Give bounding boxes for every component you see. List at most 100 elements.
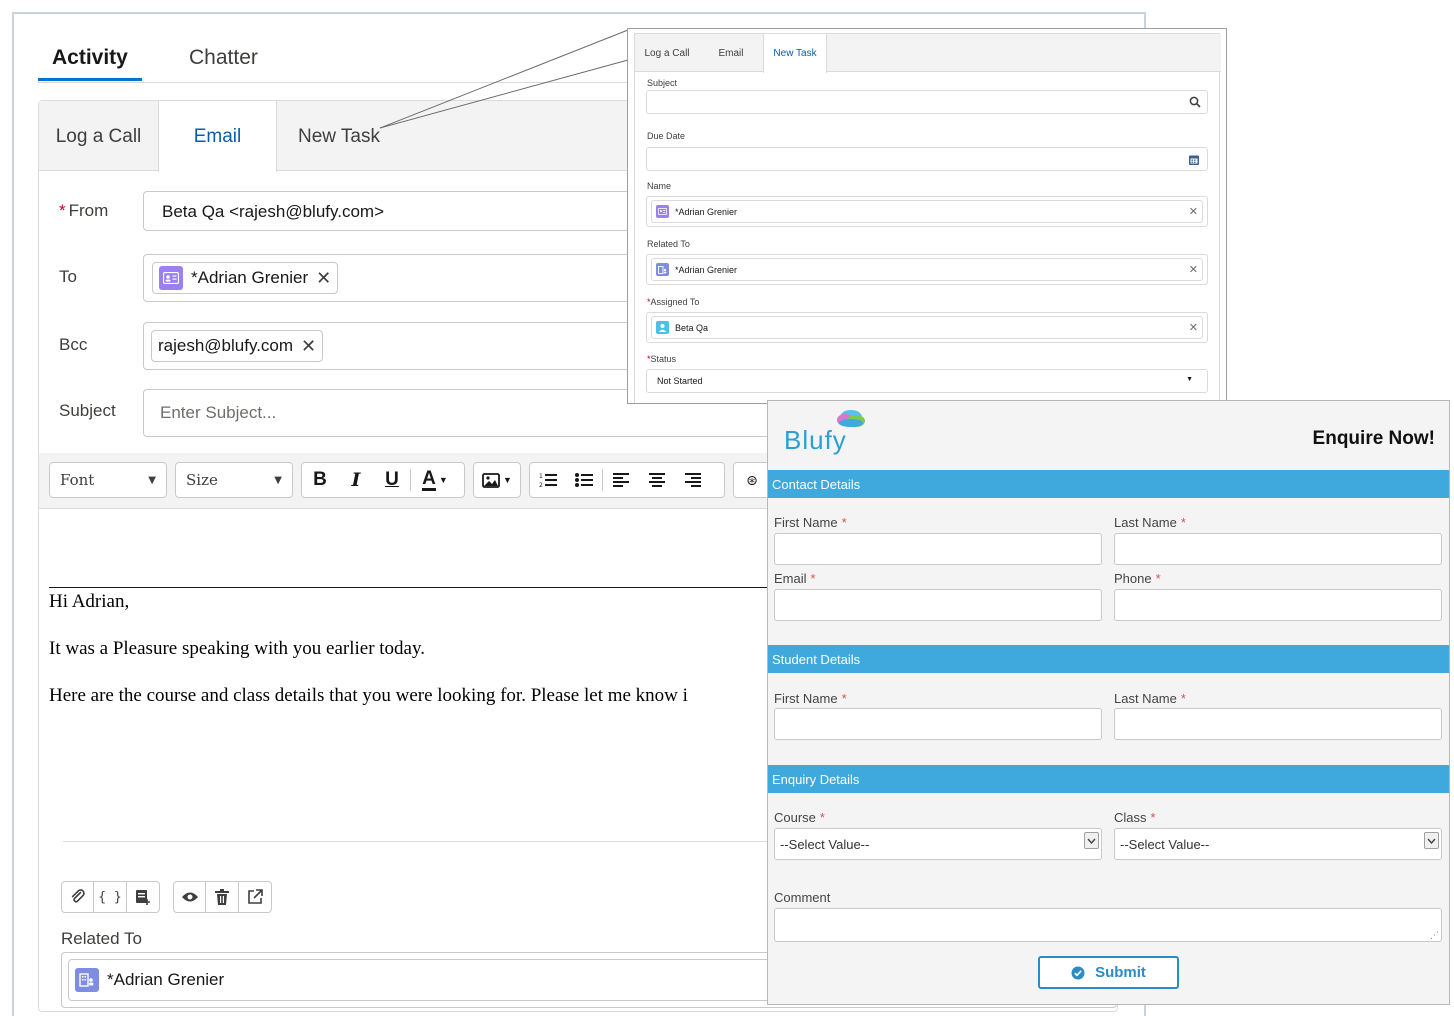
align-center-icon[interactable] — [639, 463, 675, 497]
course-select-value: --Select Value-- — [780, 836, 870, 852]
task-status-label-text: Status — [650, 354, 677, 364]
task-tab-email[interactable]: Email — [699, 34, 763, 73]
tab-chatter[interactable]: Chatter — [189, 46, 258, 70]
student-first-name-input[interactable] — [774, 708, 1102, 740]
contact-card-icon — [656, 205, 669, 218]
remove-bcc-icon[interactable]: ✕ — [301, 336, 316, 357]
label-text: Last Name — [1114, 515, 1177, 530]
task-tab-log-a-call[interactable]: Log a Call — [635, 34, 699, 73]
template-icon[interactable] — [127, 881, 160, 913]
student-details-header: Student Details — [768, 645, 1449, 673]
chevron-down-icon: ▼ — [1186, 376, 1193, 383]
callout-lines — [379, 29, 629, 129]
remove-assignee-icon[interactable]: ✕ — [1189, 321, 1198, 334]
blufy-logo: Blufy — [784, 409, 866, 455]
text-color-icon[interactable]: A ▼ — [411, 463, 459, 497]
image-icon: ▼ — [474, 463, 520, 497]
task-tab-new-task[interactable]: New Task — [763, 34, 827, 73]
subtab-log-a-call[interactable]: Log a Call — [39, 101, 159, 172]
preview-eye-icon[interactable] — [173, 881, 206, 913]
underline-icon[interactable]: U — [374, 463, 410, 497]
tab-activity[interactable]: Activity — [52, 46, 128, 70]
contact-last-name-label: Last Name * — [1114, 515, 1186, 530]
pop-out-icon[interactable] — [239, 881, 272, 913]
contact-first-name-label: First Name * — [774, 515, 847, 530]
task-subject-label: Subject — [647, 78, 678, 88]
submit-button[interactable]: Submit — [1038, 956, 1179, 989]
subtab-email[interactable]: Email — [159, 101, 277, 172]
email-input[interactable] — [774, 589, 1102, 621]
merge-field-icon[interactable]: { } — [94, 881, 127, 913]
label-text: First Name — [774, 515, 838, 530]
remove-related-icon[interactable]: ✕ — [1189, 263, 1198, 276]
subject-label: Subject — [59, 401, 116, 420]
task-due-date-input[interactable] — [646, 147, 1208, 171]
task-status-select[interactable]: Not Started ▼ — [646, 369, 1208, 393]
required-mark: * — [1150, 810, 1156, 825]
remove-recipient-icon[interactable]: ✕ — [316, 268, 331, 289]
label-text: Last Name — [1114, 691, 1177, 706]
chevron-down-icon — [1424, 832, 1439, 849]
align-right-icon[interactable] — [675, 463, 711, 497]
bold-icon[interactable]: B — [302, 463, 338, 497]
font-select[interactable]: Font ▼ — [49, 462, 167, 498]
contact-last-name-input[interactable] — [1114, 533, 1442, 565]
task-name-value: *Adrian Grenier — [675, 206, 738, 217]
task-status-value: Not Started — [657, 376, 703, 386]
task-assigned-label: *Assigned To — [647, 297, 699, 307]
comment-label: Comment — [774, 890, 831, 905]
user-icon — [656, 321, 669, 334]
comment-textarea[interactable]: ⋰ — [774, 908, 1442, 942]
delete-trash-icon[interactable] — [206, 881, 239, 913]
attach-file-icon[interactable] — [61, 881, 94, 913]
bulleted-list-icon[interactable] — [566, 463, 602, 497]
new-task-panel: Log a Call Email New Task Subject Due Da… — [627, 28, 1227, 404]
label-text: Course — [774, 810, 816, 825]
task-assigned-pill[interactable]: Beta Qa ✕ — [651, 316, 1203, 339]
required-mark: * — [819, 810, 825, 825]
related-to-label: Related To — [61, 929, 142, 948]
student-last-name-input[interactable] — [1114, 708, 1442, 740]
student-first-name-label: First Name * — [774, 691, 847, 706]
task-name-pill[interactable]: *Adrian Grenier ✕ — [651, 200, 1203, 223]
check-circle-icon — [1071, 966, 1085, 980]
italic-icon[interactable]: I — [338, 463, 374, 497]
resize-handle-icon[interactable]: ⋰ — [1430, 930, 1439, 941]
phone-label: Phone * — [1114, 571, 1161, 586]
task-subject-input[interactable] — [646, 90, 1208, 114]
enquiry-title: Enquire Now! — [1312, 428, 1435, 449]
search-icon — [1189, 96, 1201, 108]
task-assigned-field[interactable]: Beta Qa ✕ — [646, 312, 1208, 343]
contact-details-header: Contact Details — [768, 470, 1449, 498]
remove-name-icon[interactable]: ✕ — [1189, 205, 1198, 218]
required-mark: * — [1180, 691, 1186, 706]
required-mark: * — [810, 571, 816, 586]
body-line: It was a Pleasure speaking with you earl… — [49, 638, 426, 659]
label-text: Class — [1114, 810, 1147, 825]
calendar-icon[interactable] — [1189, 154, 1199, 165]
from-value: Beta Qa <rajesh@blufy.com> — [162, 202, 384, 221]
task-related-pill[interactable]: *Adrian Grenier ✕ — [651, 258, 1203, 281]
size-select-label: Size — [186, 471, 218, 489]
class-select[interactable]: --Select Value-- — [1114, 828, 1442, 860]
task-related-field[interactable]: *Adrian Grenier ✕ — [646, 254, 1208, 285]
phone-input[interactable] — [1114, 589, 1442, 621]
bcc-recipient-pill[interactable]: rajesh@blufy.com ✕ — [151, 330, 324, 362]
chevron-down-icon: ▼ — [274, 474, 282, 486]
to-recipient-pill[interactable]: *Adrian Grenier ✕ — [152, 262, 339, 294]
contact-first-name-input[interactable] — [774, 533, 1102, 565]
course-select[interactable]: --Select Value-- — [774, 828, 1102, 860]
task-related-value: *Adrian Grenier — [675, 264, 738, 275]
image-button[interactable]: ▼ — [473, 462, 521, 498]
attach-group: { } — [61, 881, 160, 913]
account-record-icon — [656, 263, 669, 276]
to-recipient-name: *Adrian Grenier — [191, 268, 309, 287]
size-select[interactable]: Size ▼ — [175, 462, 293, 498]
required-mark: * — [59, 201, 66, 220]
account-record-icon — [75, 968, 99, 992]
task-name-field[interactable]: *Adrian Grenier ✕ — [646, 196, 1208, 227]
enquiry-details-header: Enquiry Details — [768, 765, 1449, 793]
label-text: Phone — [1114, 571, 1152, 586]
align-left-icon[interactable] — [603, 463, 639, 497]
numbered-list-icon[interactable]: 12 — [530, 463, 566, 497]
